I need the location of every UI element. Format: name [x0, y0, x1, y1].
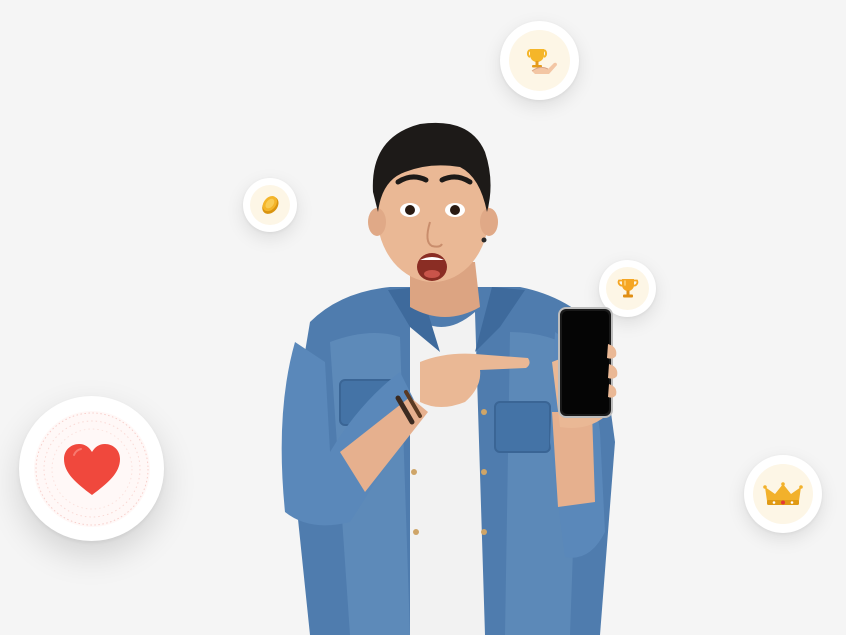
crown-badge-inner — [753, 464, 813, 524]
heart-badge-inner — [33, 410, 150, 527]
crown-icon — [763, 482, 803, 505]
crown-badge — [744, 455, 822, 533]
trophy-hand-badge — [500, 21, 579, 100]
heart-icon — [35, 412, 148, 525]
hero-illustration — [0, 0, 846, 635]
man-pointing-at-phone — [281, 122, 618, 635]
heart-badge — [19, 396, 164, 541]
trophy-hand-icon — [526, 48, 557, 74]
trophy-hand-badge-inner — [509, 30, 570, 91]
